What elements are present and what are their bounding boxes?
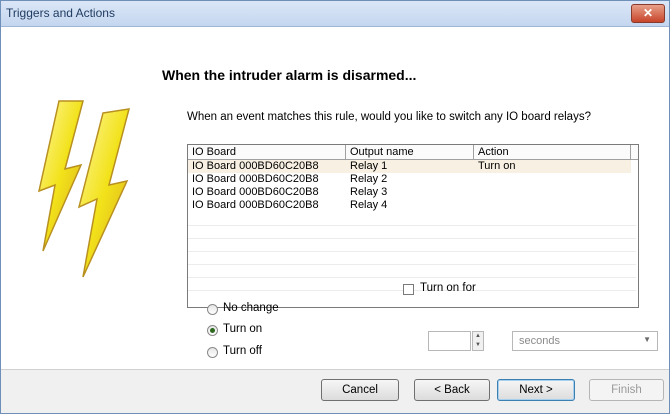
cell-io-board: IO Board 000BD60C20B8 (192, 160, 319, 172)
table-header: IO Board Output name Action (188, 145, 638, 160)
back-button[interactable]: < Back (414, 379, 490, 401)
cancel-button[interactable]: Cancel (321, 379, 399, 401)
grid-line (188, 277, 636, 278)
grid-line (188, 251, 636, 252)
close-button[interactable]: ✕ (631, 4, 665, 23)
wizard-content: When the intruder alarm is disarmed... W… (1, 27, 669, 369)
cell-output-name: Relay 4 (350, 199, 388, 211)
duration-input[interactable] (428, 331, 471, 351)
turn-on-for-checkbox[interactable] (403, 284, 414, 295)
cell-action: Turn on (478, 160, 516, 172)
cell-io-board: IO Board 000BD60C20B8 (192, 186, 319, 198)
turn-on-for-label[interactable]: Turn on for (420, 282, 476, 294)
column-header-output-name[interactable]: Output name (346, 145, 474, 159)
unit-select[interactable]: seconds ▼ (512, 331, 658, 351)
finish-button: Finish (589, 379, 664, 401)
turn-off-label[interactable]: Turn off (223, 345, 262, 357)
grid-line (188, 264, 636, 265)
no-change-radio[interactable] (207, 304, 218, 315)
no-change-label[interactable]: No change (223, 302, 279, 314)
window-title: Triggers and Actions (6, 6, 115, 20)
next-button[interactable]: Next > (497, 379, 575, 401)
duration-stepper[interactable]: ▲ ▼ (472, 331, 484, 351)
cell-output-name: Relay 3 (350, 186, 388, 198)
turn-on-label[interactable]: Turn on (223, 323, 262, 335)
turn-on-radio[interactable] (207, 325, 218, 336)
grid-line (188, 238, 636, 239)
cell-io-board: IO Board 000BD60C20B8 (192, 173, 319, 185)
column-header-action[interactable]: Action (474, 145, 631, 159)
unit-select-value: seconds (519, 335, 560, 347)
table-row[interactable]: IO Board 000BD60C20B8 Relay 1 Turn on (188, 160, 631, 173)
table-row[interactable]: IO Board 000BD60C20B8 Relay 2 (188, 173, 631, 186)
close-icon: ✕ (642, 6, 654, 20)
chevron-down-icon[interactable]: ▼ (643, 335, 651, 344)
lightning-bolts-icon (37, 100, 131, 278)
title-bar: Triggers and Actions ✕ (1, 1, 669, 27)
column-header-io-board[interactable]: IO Board (188, 145, 346, 159)
grid-line (188, 225, 636, 226)
page-title: When the intruder alarm is disarmed... (162, 67, 417, 83)
spin-down-icon[interactable]: ▼ (473, 341, 483, 350)
question-text: When an event matches this rule, would y… (187, 111, 591, 123)
cell-io-board: IO Board 000BD60C20B8 (192, 199, 319, 211)
cell-output-name: Relay 2 (350, 173, 388, 185)
dialog-window: Triggers and Actions ✕ When the intruder… (0, 0, 670, 414)
table-row[interactable]: IO Board 000BD60C20B8 Relay 3 (188, 186, 631, 199)
wizard-footer: Cancel < Back Next > Finish (1, 369, 669, 413)
cell-output-name: Relay 1 (350, 160, 388, 172)
turn-off-radio[interactable] (207, 347, 218, 358)
spin-up-icon[interactable]: ▲ (473, 332, 483, 341)
table-row[interactable]: IO Board 000BD60C20B8 Relay 4 (188, 199, 631, 212)
